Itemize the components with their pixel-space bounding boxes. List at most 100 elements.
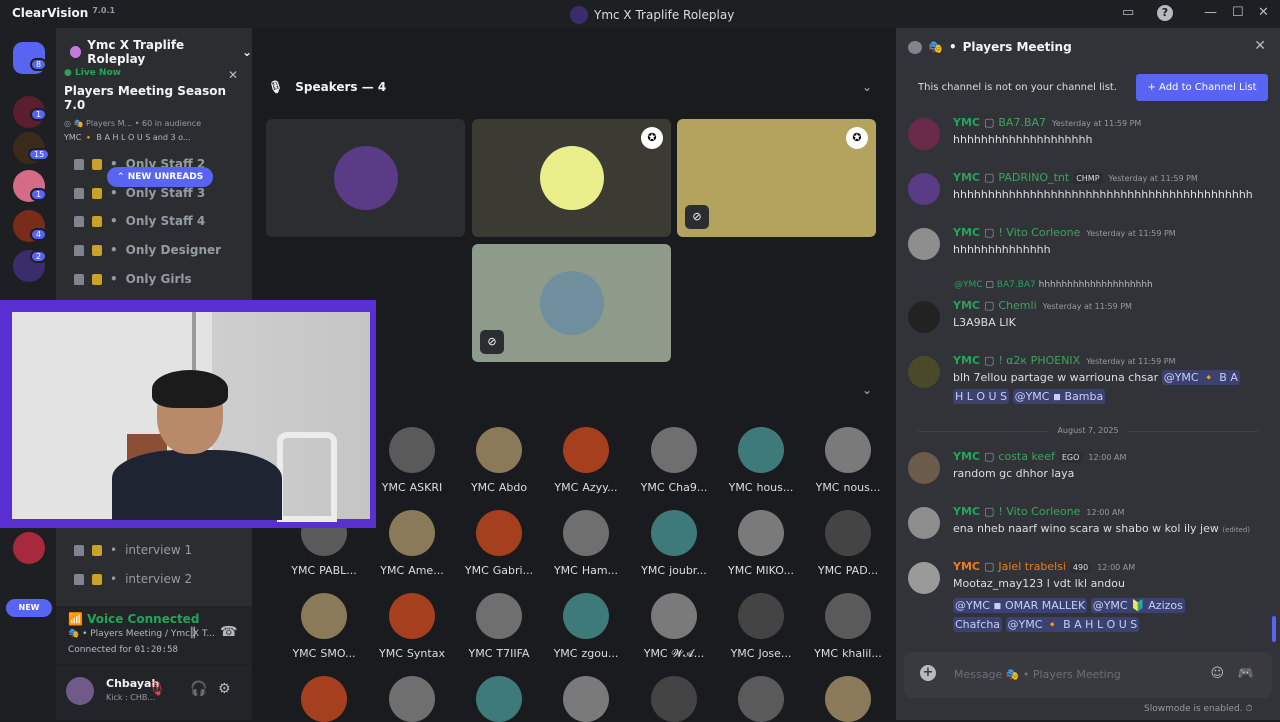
- speaker-tile[interactable]: ⊘: [472, 244, 671, 362]
- soundboard-icon[interactable]: ⫼: [190, 626, 196, 641]
- gamepad-icon[interactable]: 🎮: [1238, 666, 1254, 681]
- add-attachment-icon[interactable]: +: [920, 665, 936, 681]
- audience-member[interactable]: YMC khalil...: [805, 593, 891, 660]
- inbox-icon[interactable]: ▭: [1122, 5, 1134, 20]
- avatar[interactable]: [908, 118, 940, 150]
- channel-item[interactable]: • Only Staff 4: [74, 211, 205, 231]
- channel-item[interactable]: • Only Girls: [74, 269, 192, 289]
- voice-connected-label[interactable]: 📶 Voice Connected: [68, 612, 240, 626]
- mention[interactable]: @YMC ◾ Bamba: [1012, 389, 1106, 404]
- audience-member[interactable]: YMC Azyy...: [543, 427, 629, 494]
- help-icon[interactable]: ?: [1157, 5, 1173, 21]
- avatar: [651, 593, 697, 639]
- voice-location[interactable]: 🎭 • Players Meeting / Ymc X T...: [68, 629, 240, 639]
- new-servers-pill[interactable]: NEW: [6, 599, 52, 617]
- mention[interactable]: @YMC 🔸 B A H L O U S: [1005, 617, 1140, 632]
- avatar[interactable]: [66, 677, 94, 705]
- avatar[interactable]: [563, 676, 609, 722]
- audience-member[interactable]: YMC T7IIFA: [456, 593, 542, 660]
- audience-member[interactable]: YMC Ame...: [369, 510, 455, 577]
- audience-member[interactable]: YMC hous...: [718, 427, 804, 494]
- server-icon-6[interactable]: [13, 532, 45, 564]
- audience-member[interactable]: YMC 𝓦𝓐...: [631, 593, 717, 661]
- disconnect-icon[interactable]: ☎: [220, 624, 237, 640]
- avatar[interactable]: [301, 676, 347, 722]
- avatar[interactable]: [908, 228, 940, 260]
- audience-name: YMC Cha9...: [631, 481, 717, 494]
- live-stage-card[interactable]: ● Live Now Players Meeting Season 7.0 ◎ …: [64, 68, 244, 154]
- webcam-overlay: [0, 300, 376, 528]
- maximize-button[interactable]: ☐: [1232, 5, 1244, 20]
- avatar[interactable]: [908, 452, 940, 484]
- message-username[interactable]: ! Vito Corleone: [998, 505, 1080, 518]
- avatar[interactable]: [908, 507, 940, 539]
- audience-member[interactable]: YMC joubr...: [631, 510, 717, 577]
- mention[interactable]: H L O U S: [953, 389, 1010, 404]
- avatar[interactable]: [908, 173, 940, 205]
- close-chat-icon[interactable]: ✕: [1254, 38, 1266, 54]
- avatar[interactable]: [825, 676, 871, 722]
- chevron-down-icon[interactable]: ⌄: [862, 80, 872, 94]
- server-badge-3: 1: [30, 188, 48, 201]
- audience-name: YMC nous...: [805, 481, 891, 494]
- channel-item[interactable]: • interview 1: [74, 540, 192, 560]
- message-username[interactable]: ! Vito Corleone: [998, 226, 1080, 239]
- new-unreads-pill[interactable]: ⌃ NEW UNREADS: [107, 167, 214, 187]
- audience-member[interactable]: YMC PAD...: [805, 510, 891, 577]
- avatar[interactable]: [389, 676, 435, 722]
- audience-member[interactable]: YMC zgou...: [543, 593, 629, 660]
- audience-member[interactable]: YMC Syntax: [369, 593, 455, 660]
- audience-member[interactable]: YMC ASKRI: [369, 427, 455, 494]
- close-window-button[interactable]: ✕: [1258, 5, 1269, 20]
- minimize-button[interactable]: —: [1204, 5, 1217, 20]
- audience-member[interactable]: YMC Abdo: [456, 427, 542, 494]
- audience-member[interactable]: YMC Cha9...: [631, 427, 717, 494]
- close-live-icon[interactable]: ✕: [228, 68, 238, 82]
- scrollbar[interactable]: [1272, 616, 1276, 642]
- avatar[interactable]: [908, 562, 940, 594]
- chevron-down-icon[interactable]: ⌄: [862, 383, 872, 397]
- mention[interactable]: Chafcha: [953, 617, 1003, 632]
- audience-member[interactable]: YMC Jose...: [718, 593, 804, 660]
- add-to-channel-list-button[interactable]: + Add to Channel List: [1136, 74, 1268, 101]
- message-username[interactable]: BA7.BA7: [998, 116, 1046, 129]
- avatar[interactable]: [651, 676, 697, 722]
- signal-icon: 📶: [68, 612, 83, 626]
- audience-username: Syntax: [406, 647, 445, 660]
- reply-preview[interactable]: @YMC ▢ BA7.BA7 hhhhhhhhhhhhhhhhhhhh: [954, 280, 1153, 290]
- avatar[interactable]: [908, 301, 940, 333]
- avatar[interactable]: [476, 676, 522, 722]
- gear-icon[interactable]: ⚙: [218, 681, 231, 697]
- mention[interactable]: @YMC 🔸 B A: [1161, 370, 1240, 385]
- audience-member[interactable]: YMC Ham...: [543, 510, 629, 577]
- avatar: [651, 427, 697, 473]
- lock-icon: [74, 158, 84, 170]
- channel-item[interactable]: • Only Designer: [74, 240, 221, 260]
- message-text: hhhhhhhhhhhhhhhhhhhh: [953, 133, 1093, 146]
- message-username[interactable]: PADRINO_tnt: [998, 171, 1069, 184]
- avatar[interactable]: [908, 356, 940, 388]
- mention[interactable]: @YMC 🔰 Azizos: [1090, 598, 1185, 613]
- speaker-tile[interactable]: ✪: [472, 119, 671, 237]
- audience-member[interactable]: YMC nous...: [805, 427, 891, 494]
- emoji-icon[interactable]: ☺: [1210, 666, 1224, 681]
- audience-member[interactable]: YMC SMO...: [281, 593, 367, 660]
- lock-icon: [74, 273, 84, 285]
- speaker-tile[interactable]: ✪ ⊘: [677, 119, 876, 237]
- mention[interactable]: @YMC ◾ OMAR MALLEK: [953, 598, 1088, 613]
- lock-icon: [74, 573, 84, 585]
- audience-member[interactable]: YMC MIKO...: [718, 510, 804, 577]
- message-username[interactable]: Chemli: [998, 299, 1036, 312]
- message-input[interactable]: + Message 🎭 • Players Meeting ☺ 🎮: [904, 652, 1272, 698]
- audience-member[interactable]: YMC Gabri...: [456, 510, 542, 577]
- speaker-tile[interactable]: [266, 119, 465, 237]
- server-header[interactable]: Ymc X Traplife Roleplay ⌄: [70, 38, 252, 66]
- message-username[interactable]: ! α2к PHOENIX: [998, 354, 1080, 367]
- message-username[interactable]: costa keef: [998, 450, 1054, 463]
- headphones-icon[interactable]: 🎧: [190, 681, 207, 697]
- avatar[interactable]: [738, 676, 784, 722]
- mic-muted-icon[interactable]: 🎙: [148, 681, 166, 697]
- message-username[interactable]: Jalel trabelsi: [998, 560, 1066, 573]
- channel-item[interactable]: • interview 2: [74, 569, 192, 589]
- audience-name: YMC Abdo: [456, 481, 542, 494]
